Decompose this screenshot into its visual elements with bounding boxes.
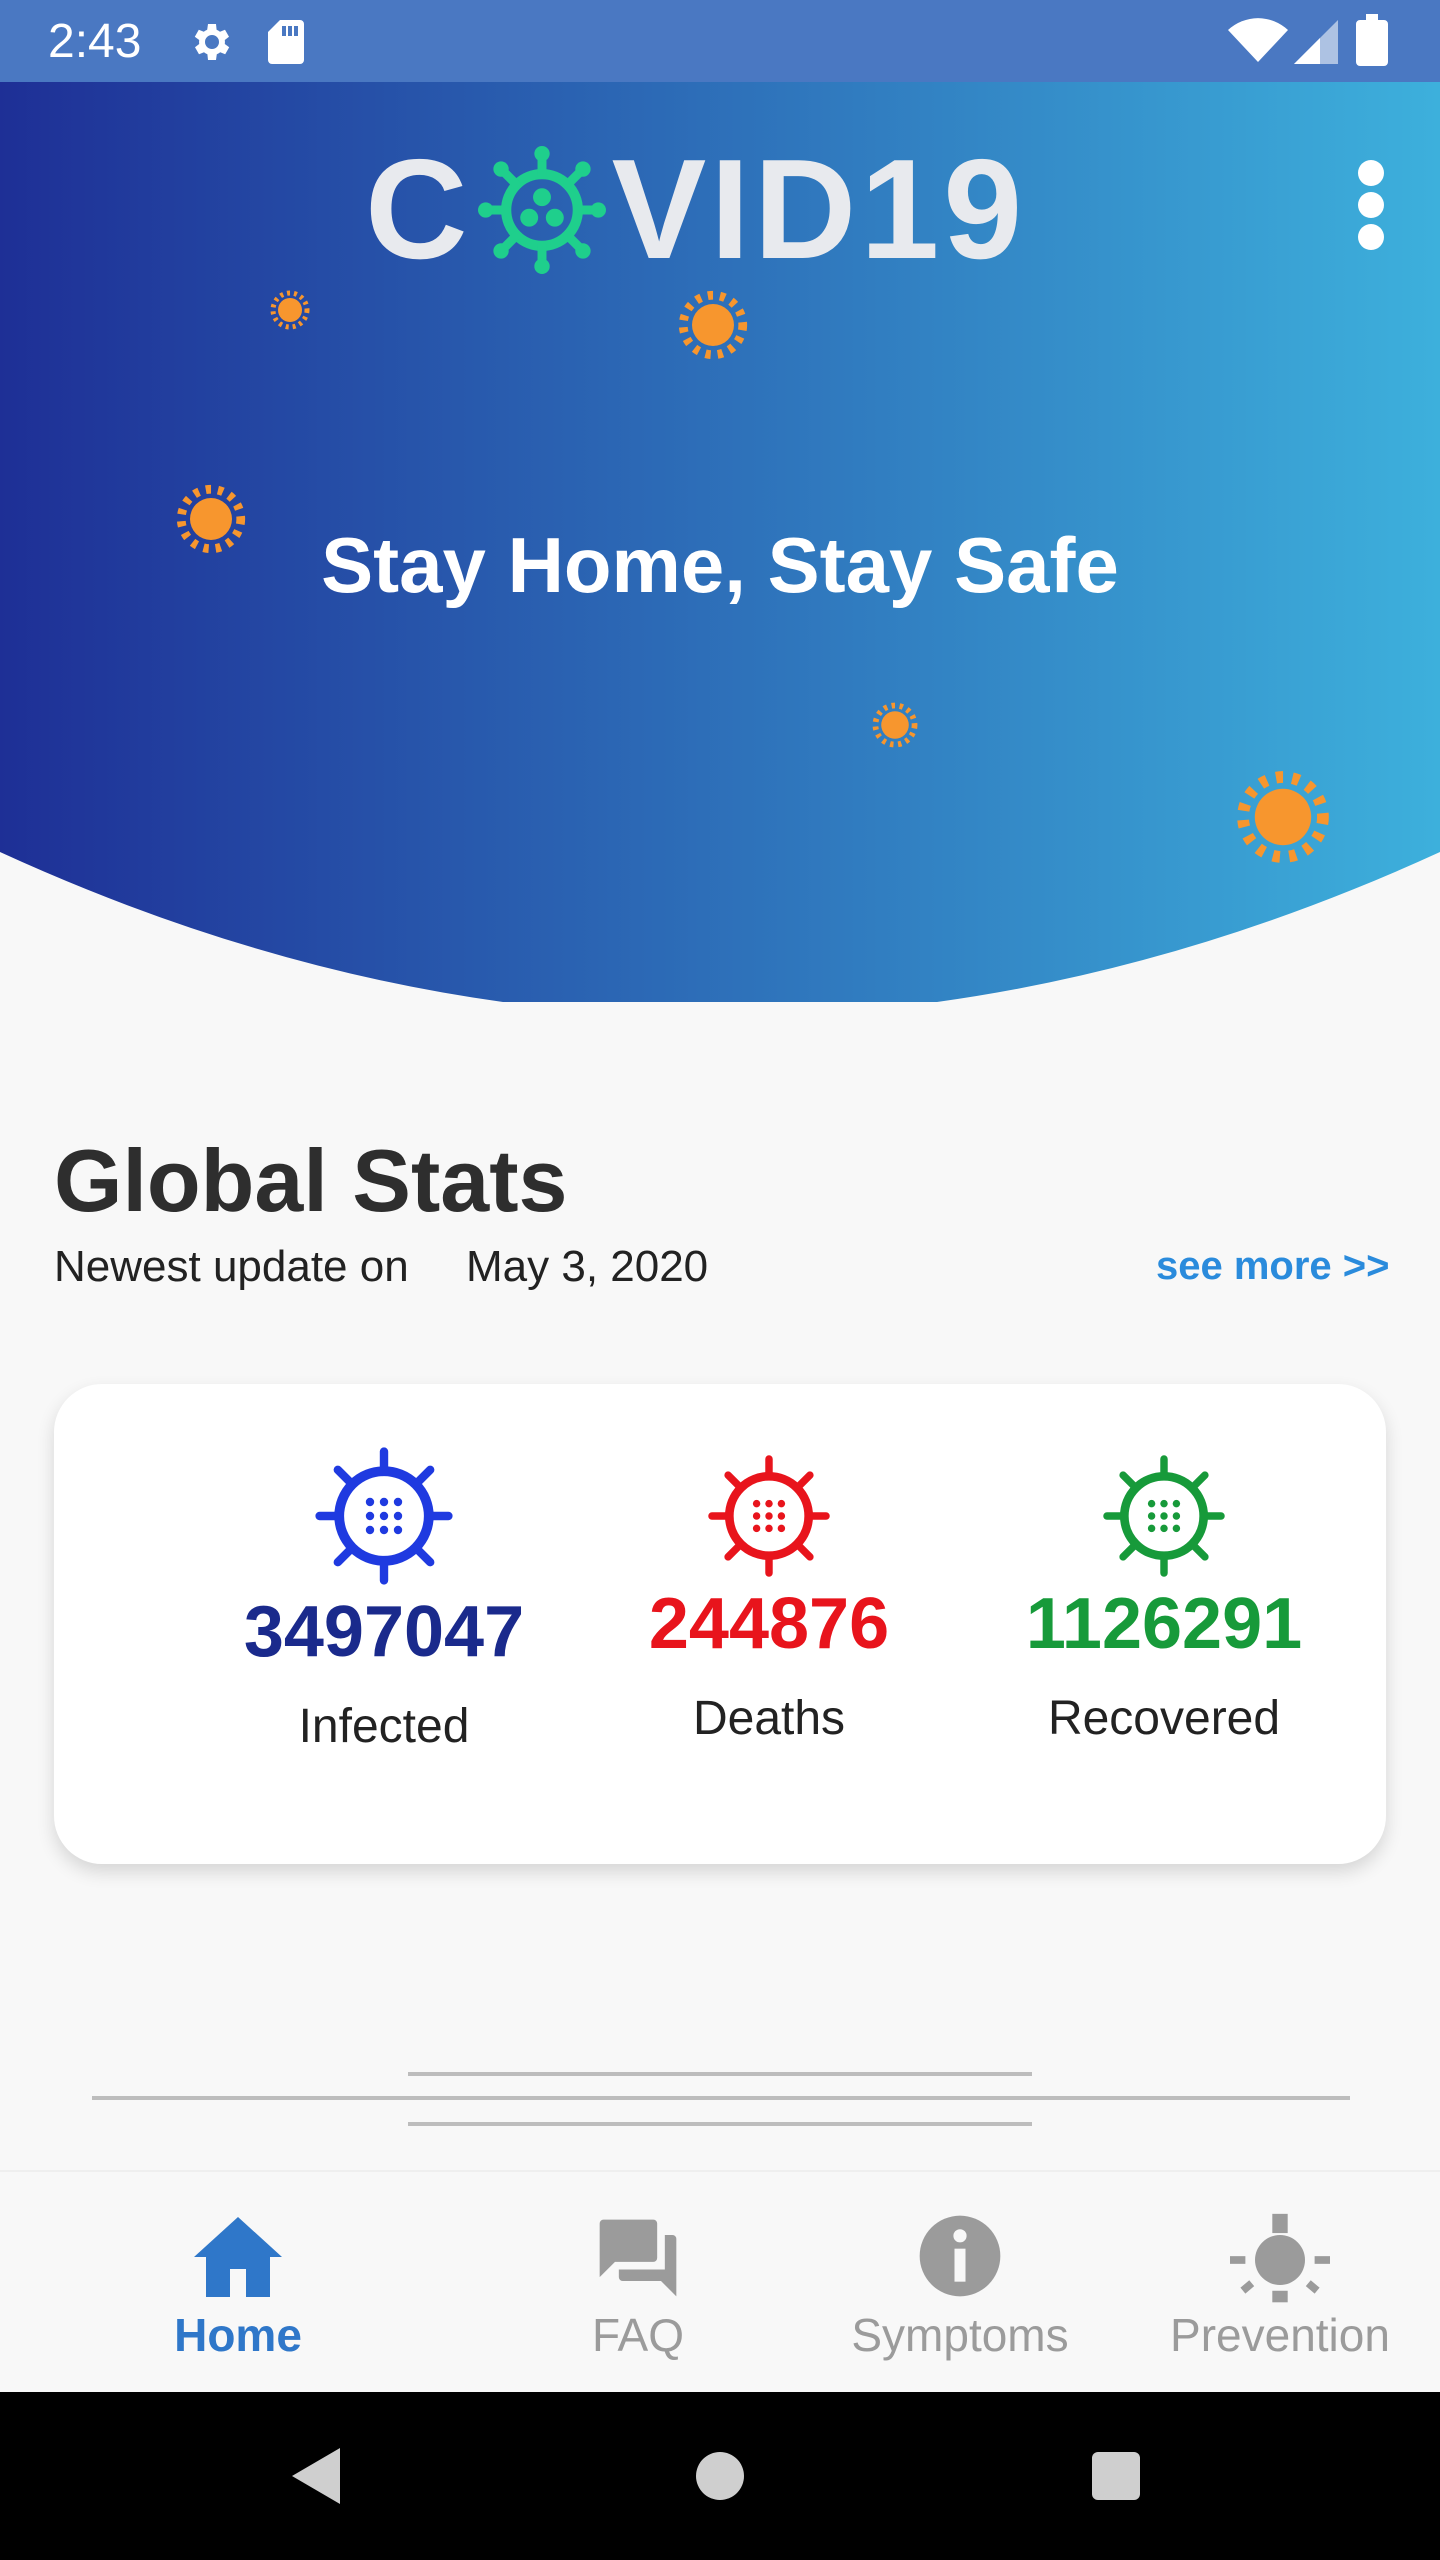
- stats-card: 3497047 Infected 244876 Deaths 1126291 R…: [54, 1384, 1386, 1864]
- logo-letters-vid19: VID19: [611, 130, 1027, 289]
- app-logo: C VID19: [365, 130, 1027, 289]
- system-navigation-bar: [0, 2392, 1440, 2560]
- update-label: Newest update on: [54, 1242, 409, 1291]
- stat-label: Recovered: [1047, 1692, 1281, 1745]
- home-circle-icon[interactable]: [694, 2450, 746, 2502]
- sd-card-icon: [268, 20, 304, 64]
- virus-icon: [1103, 1455, 1225, 1577]
- stat-infected: 3497047 Infected: [174, 1446, 594, 1754]
- settings-icon: [194, 24, 230, 60]
- home-icon: [194, 2217, 282, 2297]
- update-date: May 3, 2020: [466, 1242, 709, 1291]
- stat-value: 1126291: [1025, 1584, 1303, 1664]
- wifi-icon: [1228, 18, 1288, 63]
- stat-recovered: 1126291 Recovered: [954, 1454, 1374, 1746]
- nav-label: Prevention: [1170, 2309, 1390, 2361]
- lightbulb-icon: [1230, 2213, 1330, 2303]
- recents-icon[interactable]: [1090, 2450, 1142, 2502]
- stat-label: Infected: [298, 1700, 470, 1753]
- nav-label: Home: [174, 2309, 302, 2361]
- nav-label: FAQ: [591, 2309, 685, 2361]
- nav-home[interactable]: Home: [78, 2172, 398, 2394]
- nav-prevention[interactable]: Prevention: [1120, 2172, 1440, 2394]
- logo-virus-icon: [477, 146, 606, 274]
- virus-icon: [315, 1447, 453, 1585]
- virus-particle-icon: [176, 484, 246, 554]
- stat-value: 244876: [648, 1584, 890, 1664]
- section-title: Global Stats: [54, 1131, 568, 1230]
- back-icon[interactable]: [288, 2446, 344, 2506]
- status-bar: 2:43: [0, 0, 1440, 82]
- info-icon: [919, 2215, 1001, 2297]
- divider: [408, 2122, 1032, 2126]
- menu-dot-icon: [1358, 192, 1384, 218]
- stat-label: Deaths: [692, 1692, 846, 1745]
- divider: [92, 2096, 1350, 2100]
- overflow-menu-button[interactable]: [1340, 150, 1400, 260]
- virus-particle-icon: [270, 290, 310, 330]
- battery-icon: [1356, 14, 1388, 66]
- signal-icon: [1294, 20, 1338, 64]
- bottom-navigation: Home FAQ Symptoms Prevention: [0, 2170, 1440, 2394]
- menu-dot-icon: [1358, 160, 1384, 186]
- stat-deaths: 244876 Deaths: [599, 1454, 939, 1746]
- see-more-link[interactable]: see more >>: [1156, 1244, 1390, 1289]
- nav-label: Symptoms: [851, 2309, 1069, 2361]
- virus-icon: [708, 1455, 830, 1577]
- divider: [408, 2072, 1032, 2076]
- virus-particle-icon: [1237, 771, 1329, 863]
- forum-icon: [599, 2219, 677, 2297]
- virus-particle-icon: [872, 702, 918, 748]
- menu-dot-icon: [1358, 224, 1384, 250]
- nav-faq[interactable]: FAQ: [478, 2172, 798, 2394]
- status-time: 2:43: [48, 15, 142, 68]
- logo-letter-c: C: [365, 130, 472, 289]
- nav-symptoms[interactable]: Symptoms: [800, 2172, 1120, 2394]
- virus-particle-icon: [678, 290, 748, 360]
- stat-value: 3497047: [243, 1592, 525, 1672]
